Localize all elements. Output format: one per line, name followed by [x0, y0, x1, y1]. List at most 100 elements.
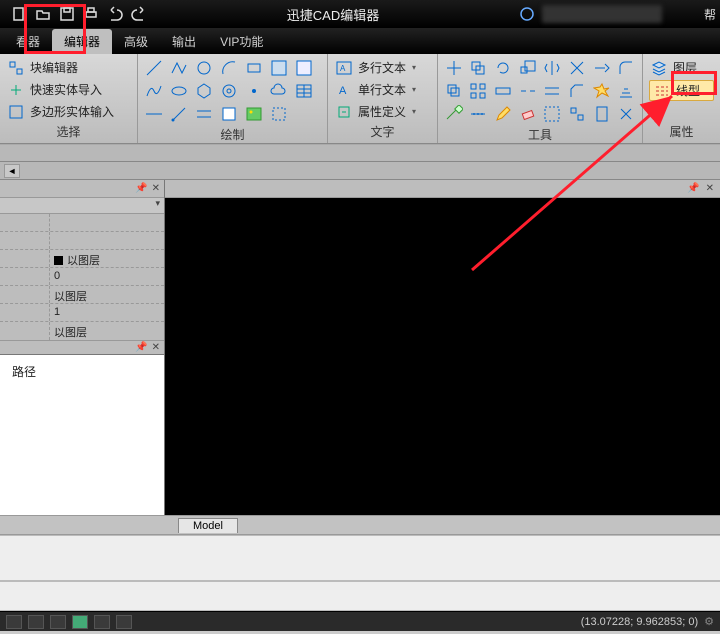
image-tool-icon[interactable]	[244, 104, 264, 124]
tab-output[interactable]: 输出	[160, 29, 208, 54]
block-editor-button[interactable]: 块编辑器	[6, 58, 131, 77]
align-tool-icon[interactable]	[616, 81, 636, 101]
status-gear-icon[interactable]: ⚙	[704, 615, 714, 628]
rotate-tool-icon[interactable]	[493, 58, 513, 78]
chevron-left-icon[interactable]: ◄	[4, 164, 20, 178]
join-tool-icon[interactable]	[543, 81, 563, 101]
ungroup-tool-icon[interactable]	[567, 104, 587, 124]
close-icon[interactable]: ✕	[152, 183, 160, 194]
offset-tool-icon[interactable]	[444, 81, 464, 101]
new-file-icon[interactable]	[8, 3, 30, 25]
ribbon-group-select: 块编辑器 快速实体导入 多边形实体输入 选择	[0, 54, 138, 143]
open-icon[interactable]	[32, 3, 54, 25]
group-tool-icon[interactable]	[543, 104, 563, 124]
move-tool-icon[interactable]	[444, 58, 464, 78]
break-tool-icon[interactable]	[518, 81, 538, 101]
multiline-tool-icon[interactable]	[194, 104, 214, 124]
erase-tool-icon[interactable]	[518, 104, 538, 124]
polyline-tool-icon[interactable]	[169, 58, 189, 78]
osnap-toggle-icon[interactable]	[94, 615, 110, 629]
scale-tool-icon[interactable]	[518, 58, 538, 78]
rectangle-tool-icon[interactable]	[244, 58, 264, 78]
tab-advanced[interactable]: 高级	[112, 29, 160, 54]
save-icon[interactable]	[56, 3, 78, 25]
layer-button[interactable]: 图层	[649, 58, 714, 77]
chamfer-tool-icon[interactable]	[567, 81, 587, 101]
fillet-tool-icon[interactable]	[616, 58, 636, 78]
stretch-tool-icon[interactable]	[493, 81, 513, 101]
circle-tool-icon[interactable]	[194, 58, 214, 78]
hatch-tool-icon[interactable]	[269, 58, 289, 78]
snap-toggle-icon[interactable]	[6, 615, 22, 629]
dropdown-icon[interactable]: ▾	[412, 107, 416, 116]
pin-icon[interactable]: 📌	[687, 183, 699, 194]
close-icon[interactable]: ✕	[152, 342, 160, 353]
grid-row-bylayer-2[interactable]: 以图层	[50, 286, 164, 303]
trim-tool-icon[interactable]	[567, 58, 587, 78]
poly-import-button[interactable]: 多边形实体输入	[6, 102, 131, 121]
redo-icon[interactable]	[128, 3, 150, 25]
otrack-toggle-icon[interactable]	[116, 615, 132, 629]
quick-import-button[interactable]: 快速实体导入	[6, 80, 131, 99]
measure-tool-icon[interactable]	[444, 104, 464, 124]
wipeout-tool-icon[interactable]	[219, 104, 239, 124]
xline-tool-icon[interactable]	[144, 104, 164, 124]
linetype-label: 线型	[676, 82, 700, 99]
line-tool-icon[interactable]	[144, 58, 164, 78]
divide-tool-icon[interactable]	[469, 104, 489, 124]
boundary-tool-icon[interactable]	[269, 104, 289, 124]
dropdown-chevron-icon[interactable]: ▾	[155, 198, 160, 213]
copy-tool-icon[interactable]	[469, 58, 489, 78]
quick-access-toolbar	[8, 3, 150, 25]
ellipse-tool-icon[interactable]	[169, 81, 189, 101]
workspace: 📌 ✕ ▾ 以图层 0 以图层	[0, 180, 720, 515]
grid-toggle-icon[interactable]	[28, 615, 44, 629]
spline-tool-icon[interactable]	[144, 81, 164, 101]
dropdown-icon[interactable]: ▾	[412, 85, 416, 94]
poly-import-label: 多边形实体输入	[30, 103, 114, 120]
attrdef-button[interactable]: 属性定义 ▾	[334, 102, 431, 121]
ribbon-group-text: A 多行文本 ▾ A 单行文本 ▾ 属性定义 ▾ 文字	[328, 54, 438, 143]
ribbon-group-props: 图层 线型 属性	[643, 54, 720, 143]
attrdef-icon	[336, 104, 352, 120]
stext-button[interactable]: A 单行文本 ▾	[334, 80, 431, 99]
grid-row-zero[interactable]: 0	[50, 268, 164, 285]
props-tool-icon[interactable]	[592, 104, 612, 124]
pin-icon[interactable]: 📌	[135, 183, 147, 194]
mtext-button[interactable]: A 多行文本 ▾	[334, 58, 431, 77]
donut-tool-icon[interactable]	[219, 81, 239, 101]
tab-vip[interactable]: VIP功能	[208, 29, 275, 54]
ray-tool-icon[interactable]	[169, 104, 189, 124]
tab-editor[interactable]: 编辑器	[52, 29, 112, 54]
model-tab[interactable]: Model	[178, 518, 238, 533]
region-tool-icon[interactable]	[294, 58, 314, 78]
point-tool-icon[interactable]	[244, 81, 264, 101]
polar-toggle-icon[interactable]	[72, 615, 88, 629]
command-area-1[interactable]	[0, 535, 720, 581]
globe-icon[interactable]	[516, 3, 538, 25]
dropdown-icon[interactable]: ▾	[412, 63, 416, 72]
grid-row-bylayer-1[interactable]: 以图层	[50, 250, 164, 267]
help-button[interactable]: 帮	[704, 6, 716, 23]
grid-row-bylayer-3[interactable]: 以图层	[50, 322, 164, 340]
command-area-2[interactable]	[0, 581, 720, 611]
array-tool-icon[interactable]	[469, 81, 489, 101]
linetype-button[interactable]: 线型	[649, 80, 714, 101]
edit-tool-icon[interactable]	[493, 104, 513, 124]
arc-tool-icon[interactable]	[219, 58, 239, 78]
polygon-tool-icon[interactable]	[194, 81, 214, 101]
drawing-canvas[interactable]: 📌 ✕	[165, 180, 720, 515]
match-tool-icon[interactable]	[616, 104, 636, 124]
tab-viewer[interactable]: 看器	[4, 29, 52, 54]
explode-tool-icon[interactable]	[592, 81, 612, 101]
ortho-toggle-icon[interactable]	[50, 615, 66, 629]
undo-icon[interactable]	[104, 3, 126, 25]
extend-tool-icon[interactable]	[592, 58, 612, 78]
pin-icon[interactable]: 📌	[135, 342, 147, 353]
grid-row-one[interactable]: 1	[50, 304, 164, 321]
close-icon[interactable]: ✕	[706, 183, 714, 194]
mirror-tool-icon[interactable]	[543, 58, 563, 78]
table-tool-icon[interactable]	[294, 81, 314, 101]
cloud-tool-icon[interactable]	[269, 81, 289, 101]
print-icon[interactable]	[80, 3, 102, 25]
